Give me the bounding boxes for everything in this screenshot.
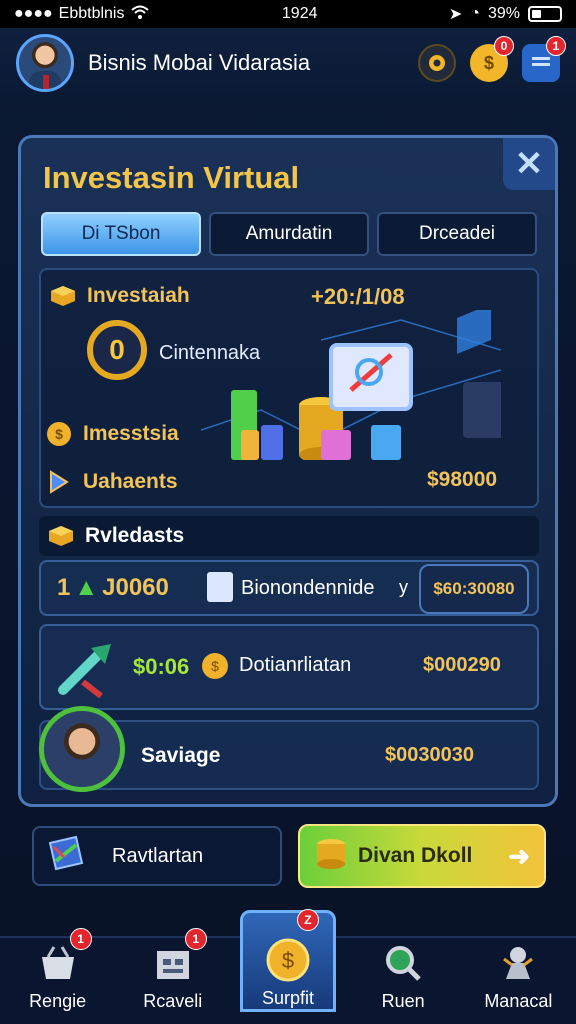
ravtlartan-label: Ravtlartan (112, 844, 204, 867)
app-header: Bisnis Mobai Vidarasia $ 0 1 (0, 28, 576, 98)
investment-panel: Investasin Virtual ✕ Di TSbon Amurdatin … (18, 135, 558, 807)
gold-box-icon (49, 282, 77, 310)
list-header-label: Rvledasts (85, 524, 185, 547)
settings-gear-icon[interactable] (418, 44, 456, 82)
row-pill[interactable]: $60:30080 (419, 564, 529, 614)
avatar[interactable] (16, 34, 74, 92)
coins-badge: 0 (494, 36, 514, 56)
row-suffix: y (399, 577, 408, 597)
nav-label: Rcaveli (143, 991, 203, 1011)
imesstia-row: $ Imesstsia (45, 420, 179, 448)
imesstia-label: Imesstsia (83, 422, 179, 445)
uahaents-row: Uahaents (45, 468, 178, 496)
person-thumb-icon (207, 572, 233, 602)
nav-label: Surpfit (261, 988, 314, 1008)
nav-manacal[interactable]: Manacal (470, 932, 566, 1012)
primary-cta-button[interactable]: Divan Dkoll ➜ (298, 824, 546, 888)
app-title: Bisnis Mobai Vidarasia (88, 50, 311, 75)
hammer-icon (55, 638, 115, 703)
messages-icon[interactable]: 1 (522, 36, 566, 82)
savings-label: Saviage (141, 744, 221, 767)
play-arrow-icon (45, 468, 73, 496)
coins-icon[interactable]: $ 0 (470, 36, 514, 82)
battery-icon (528, 6, 562, 22)
avatar (39, 706, 125, 792)
coin-icon: $ (45, 420, 73, 448)
location-icon: ➤ (448, 6, 463, 23)
row-amount: J0060 (102, 574, 169, 601)
mascot-icon (496, 941, 540, 985)
bottom-nav: 1 Rengie 1 Rcaveli $ Z Surpfit Ruen Mana… (0, 909, 576, 1024)
nav-label: Rengie (29, 991, 87, 1011)
signal-dots-icon: ●●●● (14, 5, 53, 22)
results-list: Rvledasts 1 ▲ J0060 Bionondennide y $60:… (39, 516, 539, 712)
nav-label: Manacal (484, 991, 553, 1011)
ravtlartan-button[interactable]: Ravtlartan (32, 826, 282, 886)
investasi-label: Investaiah (87, 284, 190, 307)
nav-label: Ruen (381, 991, 425, 1011)
nav-badge: 1 (184, 928, 207, 950)
close-button[interactable]: ✕ (503, 138, 555, 190)
svg-text:$: $ (55, 426, 63, 442)
savings-card[interactable]: Saviage $0030030 (39, 706, 539, 792)
svg-text:$: $ (282, 948, 294, 973)
tab-bar: Di TSbon Amurdatin Drceadei (41, 212, 537, 256)
coin-stack-icon (314, 836, 348, 876)
row-amount: $0:06 (133, 654, 190, 679)
battery-percent: 39% (487, 5, 520, 22)
carrier-label: Ebbtblnis (58, 5, 125, 22)
messages-badge: 1 (546, 36, 566, 56)
list-header: Rvledasts (39, 516, 539, 556)
tab-amurdatin[interactable]: Amurdatin (209, 212, 369, 256)
alarm-icon: ◔ (470, 5, 480, 22)
uahaents-label: Uahaents (83, 470, 178, 493)
uahaents-amount: $98000 (427, 468, 498, 491)
nav-rengie[interactable]: 1 Rengie (10, 928, 106, 1012)
row-name: Bionondennide (241, 577, 375, 599)
rank-label: 1 (57, 574, 71, 601)
cta-label: Divan Dkoll (358, 844, 473, 867)
magnifier-icon (381, 941, 425, 985)
tab-di-tsbon[interactable]: Di TSbon (41, 212, 201, 256)
svg-text:$: $ (211, 658, 219, 674)
chart-board-icon (46, 833, 86, 879)
arrow-right-icon: ➜ (508, 840, 530, 871)
top-amount: +20:/1/08 (311, 284, 405, 309)
row-name: Dotianrliatan (239, 654, 352, 676)
nav-surpfit[interactable]: $ Z Surpfit (239, 909, 336, 1012)
nav-badge: 1 (69, 928, 92, 950)
row-value: $000290 (423, 654, 501, 676)
coin-ring-icon: 0 (87, 320, 147, 380)
panel-title: Investasin Virtual (43, 160, 300, 195)
coin-icon: $ (266, 938, 310, 982)
status-bar: ●●●● Ebbtblnis 1924 ➤ ◔ 39% (0, 0, 576, 28)
investasi-row: Investaiah (49, 282, 190, 310)
coin-icon: $ (201, 652, 229, 685)
wifi-icon (130, 4, 150, 25)
tab-drceadei[interactable]: Drceadei (377, 212, 537, 256)
close-icon: ✕ (514, 145, 544, 183)
nav-ruen[interactable]: Ruen (355, 932, 451, 1012)
nav-badge: Z (296, 909, 319, 931)
nav-rcaveli[interactable]: 1 Rcaveli (125, 928, 221, 1012)
gold-box-icon (47, 522, 75, 550)
clock: 1924 (281, 5, 318, 22)
list-item[interactable]: 1 ▲ J0060 Bionondennide y $60:30080 (39, 560, 539, 616)
up-arrow-icon: ▲ (74, 574, 99, 601)
savings-amount: $0030030 (385, 744, 474, 766)
basket-icon (36, 941, 80, 985)
investment-overview: Investaiah +20:/1/08 0 Cintennaka $ Imes… (39, 268, 539, 508)
investment-illustration (201, 310, 501, 460)
list-item[interactable]: $0:06 $ Dotianrliatan $000290 (39, 624, 539, 710)
